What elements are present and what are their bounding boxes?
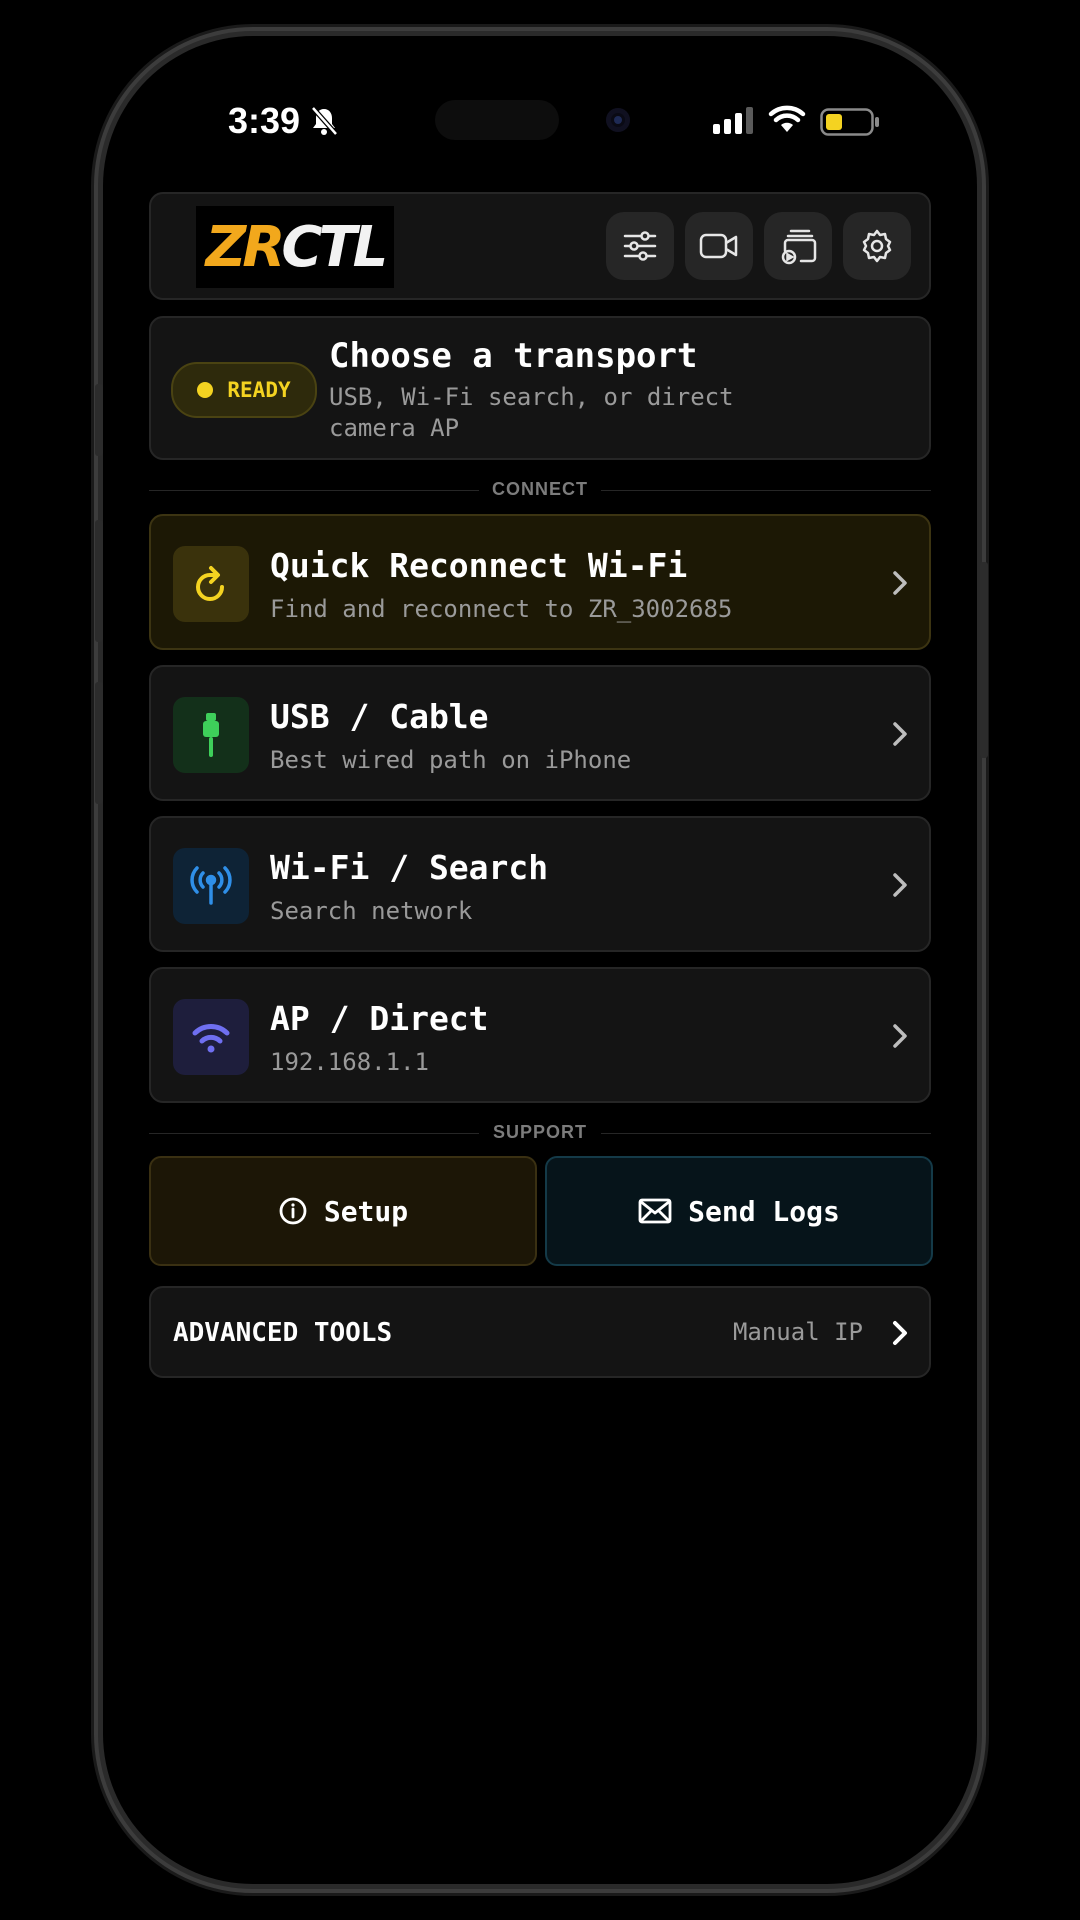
transport-usb[interactable]: USB / Cable Best wired path on iPhone [149,665,931,801]
status-dot [197,382,214,398]
app-header: ZR CTL [149,192,931,300]
advanced-tools-row[interactable]: ADVANCED TOOLS Manual IP [149,1286,931,1378]
transport-quick-reconnect[interactable]: Quick Reconnect Wi-Fi Find and reconnect… [149,514,931,650]
chevron-right-icon [893,1024,907,1048]
row-subtitle: Best wired path on iPhone [270,746,632,774]
send-logs-button[interactable]: Send Logs [545,1156,933,1266]
status-card: READY Choose a transport USB, Wi-Fi sear… [149,316,931,460]
row-title: Quick Reconnect Wi-Fi [270,546,688,585]
chevron-right-icon [893,873,907,897]
chevron-right-icon [893,1321,907,1345]
phone-frame [103,36,977,1884]
volume-up-button [95,520,103,642]
row-title: Wi-Fi / Search [270,848,549,887]
row-title: USB / Cable [270,697,489,736]
refresh-icon [173,546,249,622]
row-title: AP / Direct [270,999,489,1038]
cellular-signal-icon [713,107,753,134]
chevron-right-icon [893,722,907,746]
front-camera [606,108,630,132]
settings-button[interactable] [843,212,911,280]
transport-wifi-search[interactable]: Wi-Fi / Search Search network [149,816,931,952]
advanced-tools-hint: Manual IP [732,1318,863,1346]
cast-icon [781,229,817,265]
app-logo: ZR CTL [196,206,394,288]
info-icon [279,1197,307,1225]
row-subtitle: Search network [270,897,473,925]
advanced-tools-title: ADVANCED TOOLS [173,1318,393,1348]
ready-badge: READY [171,362,317,418]
mute-switch [95,384,103,456]
row-subtitle: Find and reconnect to ZR_3002685 [270,595,733,623]
camera-button[interactable] [685,212,753,280]
antenna-icon [173,848,249,924]
volume-down-button [95,682,103,804]
envelope-icon [638,1198,672,1224]
sliders-icon [623,231,657,261]
status-title: Choose a transport [329,336,698,376]
battery-icon [820,108,879,136]
wifi-status-icon [768,105,806,132]
section-connect: CONNECT [149,479,931,500]
filters-button[interactable] [606,212,674,280]
wifi-icon [173,999,249,1075]
chevron-right-icon [893,571,907,595]
dynamic-island [435,100,559,140]
status-subtitle: USB, Wi-Fi search, or direct camera AP [329,383,734,442]
video-camera-icon [699,233,738,259]
transport-ap-direct[interactable]: AP / Direct 192.168.1.1 [149,967,931,1103]
usb-cable-icon [173,697,249,773]
playback-button[interactable] [764,212,832,280]
status-time: 3:39 [228,100,301,141]
bell-muted-icon [311,106,338,136]
setup-button[interactable]: Setup [149,1156,537,1266]
gear-icon [862,229,892,263]
power-button [980,562,988,758]
row-subtitle: 192.168.1.1 [270,1048,429,1076]
section-support: SUPPORT [149,1122,931,1143]
